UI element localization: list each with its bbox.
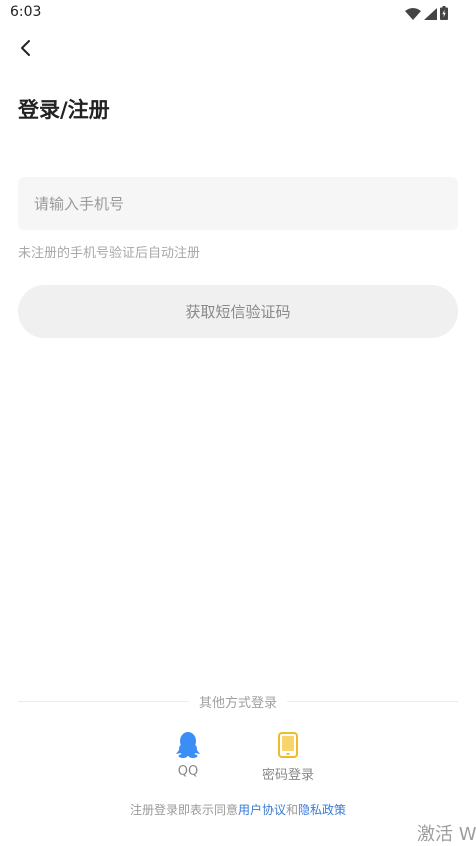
qq-login-button[interactable]: QQ [148,730,228,779]
tablet-icon [273,730,303,760]
back-button[interactable] [12,36,38,64]
status-icons [405,5,448,24]
signal-icon [424,5,437,24]
register-hint: 未注册的手机号验证后自动注册 [18,246,201,261]
other-login-options: QQ 密码登录 [0,730,476,790]
privacy-policy-link[interactable]: 隐私政策 [298,803,346,817]
divider-line-right [287,700,459,702]
page-title: 登录/注册 [18,98,110,122]
divider-line-left [18,700,189,702]
activation-watermark: 激活 W [417,824,476,845]
status-bar: 6:03 [0,0,476,26]
other-login-label: 其他方式登录 [199,695,278,711]
wifi-icon [405,5,421,24]
get-sms-code-button[interactable]: 获取短信验证码 [18,285,458,338]
qq-penguin-icon [173,730,203,760]
phone-field[interactable] [18,177,458,230]
login-screen: 6:03 登录/注册 未注册的手机号验证后自动注册 获取短信验证码 其他方式登录 [0,0,476,846]
agreement-and: 和 [286,803,299,817]
agreement-text: 注册登录即表示同意用户协议和隐私政策 [0,801,476,818]
user-agreement-link[interactable]: 用户协议 [238,803,286,817]
qq-login-label: QQ [177,764,199,779]
status-time: 6:03 [10,4,42,20]
battery-icon [440,5,448,24]
agreement-prefix: 注册登录即表示同意 [129,803,238,817]
password-login-label: 密码登录 [261,768,314,783]
password-login-button[interactable]: 密码登录 [248,730,328,783]
other-login-divider: 其他方式登录 [18,690,459,712]
phone-input[interactable] [34,194,458,213]
chevron-left-icon [19,39,31,61]
